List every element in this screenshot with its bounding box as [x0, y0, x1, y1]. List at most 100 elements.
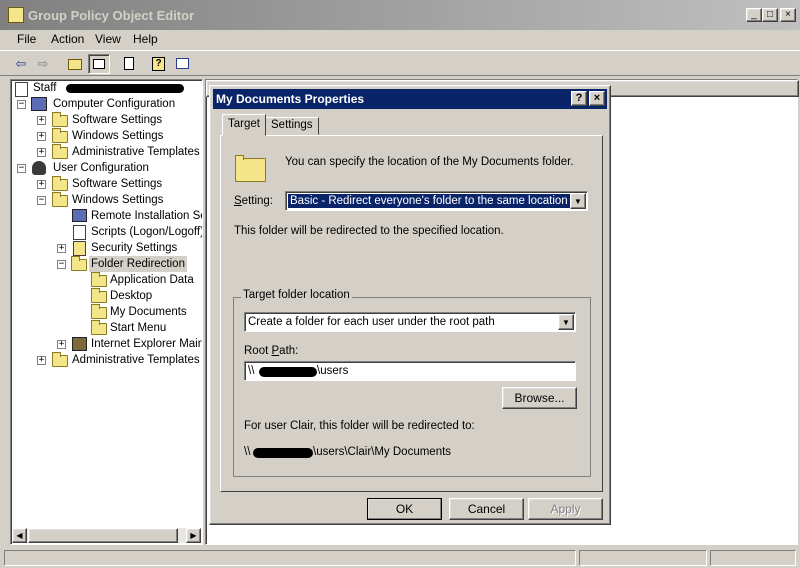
- tree-ie-maintenance[interactable]: Internet Explorer Maint: [91, 336, 202, 352]
- menu-help[interactable]: Help: [133, 32, 158, 46]
- folder-icon: [52, 128, 68, 143]
- redacted-name: [66, 84, 184, 93]
- forward-arrow-icon[interactable]: ⇨: [32, 54, 54, 74]
- tree-uc-windows-settings[interactable]: Windows Settings: [72, 192, 163, 208]
- expand-icon[interactable]: +: [37, 356, 46, 365]
- tree-start-menu[interactable]: Start Menu: [110, 320, 166, 336]
- root-path-suffix: \users: [317, 365, 349, 377]
- browse-button[interactable]: Browse...: [502, 387, 577, 409]
- dialog-help-button[interactable]: ?: [571, 91, 587, 106]
- apply-button[interactable]: Apply: [528, 498, 603, 520]
- root-path-label: Root Path:: [244, 345, 299, 357]
- back-arrow-icon[interactable]: ⇦: [10, 54, 32, 74]
- root-path-prefix: \\: [248, 365, 255, 377]
- tree-cc-admin-templates[interactable]: Administrative Templates: [72, 144, 200, 160]
- menu-action[interactable]: Action: [51, 32, 84, 46]
- scroll-thumb[interactable]: [28, 528, 178, 543]
- redacted-server: [259, 367, 317, 377]
- status-panel-2: [579, 550, 707, 566]
- root-path-input[interactable]: \\ \users: [244, 361, 576, 381]
- folder-icon: [91, 288, 107, 303]
- folder-icon: [52, 352, 68, 367]
- folder-icon: [52, 176, 68, 191]
- help-icon[interactable]: ?: [148, 54, 170, 74]
- chevron-down-icon[interactable]: ▼: [570, 193, 586, 209]
- tree-scripts[interactable]: Scripts (Logon/Logoff): [91, 224, 202, 240]
- tree-application-data[interactable]: Application Data: [110, 272, 194, 288]
- collapse-icon[interactable]: −: [57, 260, 66, 269]
- menu-file[interactable]: File: [17, 32, 36, 46]
- expand-icon[interactable]: +: [37, 116, 46, 125]
- tree-cc-software-settings[interactable]: Software Settings: [72, 112, 162, 128]
- properties-icon[interactable]: [172, 54, 194, 74]
- main-title-bar: Group Policy Object Editor _ □ ×: [0, 0, 800, 30]
- tree-cc-windows-settings[interactable]: Windows Settings: [72, 128, 163, 144]
- for-user-text: For user Clair, this folder will be redi…: [244, 420, 475, 432]
- close-button[interactable]: ×: [780, 8, 796, 22]
- redirect-note: This folder will be redirected to the sp…: [234, 225, 504, 237]
- tree-user-configuration[interactable]: User Configuration: [53, 160, 149, 176]
- scroll-left-arrow-icon[interactable]: ◀: [12, 528, 27, 543]
- collapse-icon[interactable]: −: [17, 164, 26, 173]
- tree-pane[interactable]: Staff − Computer Configuration + Softwar…: [10, 79, 203, 545]
- scripts-icon: [73, 225, 86, 240]
- folder-icon: [52, 192, 68, 207]
- redacted-server-2: [253, 448, 313, 458]
- remote-install-icon: [72, 209, 87, 222]
- status-panel-3: [710, 550, 796, 566]
- minimize-button[interactable]: _: [746, 8, 762, 22]
- toolbar: ⇦ ⇨ ?: [0, 50, 800, 76]
- expand-icon[interactable]: +: [37, 180, 46, 189]
- policy-icon: [15, 82, 28, 97]
- collapse-icon[interactable]: −: [37, 196, 46, 205]
- tree-desktop[interactable]: Desktop: [110, 288, 152, 304]
- up-folder-icon[interactable]: [64, 54, 86, 74]
- tab-target[interactable]: Target: [222, 114, 266, 136]
- tree-uc-software-settings[interactable]: Software Settings: [72, 176, 162, 192]
- maximize-button[interactable]: □: [762, 8, 778, 22]
- target-dropdown[interactable]: Create a folder for each user under the …: [244, 312, 576, 332]
- setting-label: Setting:: [234, 195, 273, 207]
- dialog-title-bar: My Documents Properties ? ×: [213, 89, 607, 109]
- expand-icon[interactable]: +: [57, 340, 66, 349]
- tab-settings[interactable]: Settings: [265, 117, 319, 135]
- folder-icon: [91, 304, 107, 319]
- ok-button[interactable]: OK: [367, 498, 442, 520]
- expand-icon[interactable]: +: [37, 148, 46, 157]
- folder-icon: [235, 155, 266, 182]
- cancel-button[interactable]: Cancel: [449, 498, 524, 520]
- folder-open-icon: [71, 256, 87, 271]
- target-tab-panel: You can specify the location of the My D…: [220, 135, 603, 492]
- tree-my-documents[interactable]: My Documents: [110, 304, 187, 320]
- app-icon: [8, 7, 24, 23]
- setting-dropdown[interactable]: Basic - Redirect everyone's folder to th…: [285, 191, 588, 211]
- security-icon: [73, 241, 86, 256]
- folder-icon: [52, 112, 68, 127]
- tree-horizontal-scrollbar[interactable]: ◀ ▶: [12, 528, 201, 543]
- expand-icon[interactable]: +: [57, 244, 66, 253]
- collapse-icon[interactable]: −: [17, 100, 26, 109]
- folder-icon: [91, 272, 107, 287]
- computer-icon: [31, 97, 47, 111]
- intro-text: You can specify the location of the My D…: [285, 156, 574, 168]
- tree-root-staff[interactable]: Staff: [33, 80, 56, 96]
- setting-value: Basic - Redirect everyone's folder to th…: [288, 194, 570, 208]
- tree-security-settings[interactable]: Security Settings: [91, 240, 177, 256]
- export-list-icon[interactable]: [118, 54, 140, 74]
- tree-uc-admin-templates[interactable]: Administrative Templates: [72, 352, 200, 368]
- dialog-close-button[interactable]: ×: [589, 91, 605, 106]
- folder-icon: [91, 320, 107, 335]
- chevron-down-icon[interactable]: ▼: [558, 314, 574, 330]
- target-folder-group-title: Target folder location: [241, 289, 352, 301]
- show-hide-tree-icon[interactable]: [88, 54, 110, 74]
- status-panel-main: [4, 550, 576, 566]
- folder-icon: [52, 144, 68, 159]
- target-value: Create a folder for each user under the …: [248, 316, 495, 328]
- tree-folder-redirection[interactable]: Folder Redirection: [89, 256, 187, 272]
- redirect-prefix: \\: [244, 446, 251, 458]
- tree-computer-configuration[interactable]: Computer Configuration: [53, 96, 175, 112]
- expand-icon[interactable]: +: [37, 132, 46, 141]
- scroll-right-arrow-icon[interactable]: ▶: [186, 528, 201, 543]
- tree-remote-installation[interactable]: Remote Installation Ser: [91, 208, 202, 224]
- menu-view[interactable]: View: [95, 32, 121, 46]
